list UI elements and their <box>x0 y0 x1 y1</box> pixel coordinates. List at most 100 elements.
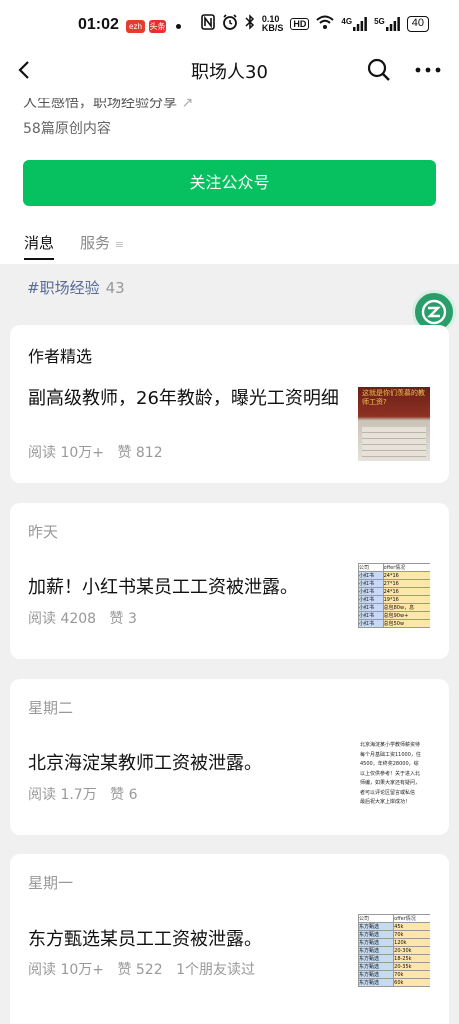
article-thumbnail: 公司 offer情况 小红书 24*16 小红书 27*16 小红书 24*16 小红… <box>358 563 430 637</box>
thumbnail-cell: 24*16 <box>382 587 430 596</box>
search-icon[interactable] <box>365 56 393 84</box>
thumbnail-table-row: 东方甄选 60k <box>358 978 430 987</box>
article-thumbnail: 北京海淀某小学教师薪资待 每个月基础工资11000，住 4500，年终奖2800… <box>358 741 430 815</box>
thumbnail-table-row: 小红书 24*16 <box>358 587 430 596</box>
edit-arrow-icon: ↗ <box>181 95 194 111</box>
article-title: 副高级教师，26年教龄，曝光工资明细 <box>28 388 339 409</box>
signal-5g-icon: 5G <box>374 16 400 31</box>
account-intro-text: 人生感悟，职场经验分享 <box>23 95 177 111</box>
thumbnail-text: 北京海淀某小学教师薪资待 每个月基础工资11000，住 4500，年终奖2800… <box>358 741 430 808</box>
article-card[interactable]: 昨天 加薪！小红书某员工工资被泄露。 阅读 4208 赞 3 公司 offer情… <box>10 503 449 659</box>
status-time: 01:02 <box>78 16 119 33</box>
thumbnail-table: 公司 offer情况 东方甄选 45k 东方甄选 70k 东方甄选 120k 东方甄选… <box>358 914 430 987</box>
thumbnail-table-row: 小红书 总包50w <box>358 619 430 628</box>
thumbnail-cell: 小红书 <box>358 595 384 604</box>
bluetooth-icon <box>245 14 255 33</box>
thumbnail-cell: 20-30k <box>393 946 430 955</box>
article-date: 昨天 <box>28 523 59 541</box>
thumbnail-cell: 东方甄选 <box>358 954 395 963</box>
thumbnail-cell: 60k <box>393 978 430 987</box>
tab-services[interactable]: 服务 ≡ <box>80 232 124 260</box>
thumbnail-cell: offer情况 <box>382 563 430 572</box>
tab-services-label: 服务 <box>80 234 111 252</box>
thumbnail-cell: 27*16 <box>382 579 430 588</box>
article-title: 加薪！小红书某员工工资被泄露。 <box>28 577 298 598</box>
post-count: 58篇原创内容 <box>23 121 111 137</box>
thumbnail-line: 4500，年终奖28000，综 <box>360 761 419 767</box>
thumbnail-cell: 东方甄选 <box>358 938 395 947</box>
nfc-icon <box>201 14 215 33</box>
net-speed-unit: KB/S <box>261 22 284 33</box>
thumbnail-table-header: 公司 offer情况 <box>358 914 430 923</box>
thumbnail-cell: 小红书 <box>358 579 384 588</box>
thumbnail-cell: 小红书 <box>358 611 384 620</box>
thumbnail-line: 最后祝大家上岸成功！ <box>360 799 411 805</box>
thumbnail-line: 每个月基础工资11000，住 <box>360 751 421 758</box>
thumbnail-caption: 这就是你们羡慕的教师工资? <box>362 389 425 406</box>
thumbnail-cell: 东方甄选 <box>358 922 395 931</box>
tag-row: #职场经验 43 <box>0 264 459 310</box>
article-meta: 阅读 10万+ 赞 812 <box>28 442 172 462</box>
thumbnail-table-row: 小红书 24*16 <box>358 571 430 580</box>
thumbnail-cell: 18-25k <box>393 954 430 963</box>
thumbnail-cell: 120k <box>393 938 430 947</box>
follow-button[interactable]: 关注公众号 <box>23 160 436 206</box>
like-count: 赞 6 <box>110 787 138 803</box>
read-count: 阅读 1.7万 <box>28 787 97 803</box>
alarm-icon <box>222 14 238 33</box>
thumbnail-cell: 总包80w，息 <box>382 603 430 612</box>
article-thumbnail: 公司 offer情况 东方甄选 45k 东方甄选 70k 东方甄选 120k 东方甄选… <box>358 914 430 990</box>
thumbnail-cell: 东方甄选 <box>358 946 395 955</box>
thumbnail-table-lines <box>362 427 426 457</box>
article-meta: 阅读 4208 赞 3 <box>28 608 146 628</box>
thumbnail-cell: 公司 <box>358 563 384 572</box>
account-intro: 人生感悟，职场经验分享 ↗ <box>23 95 194 112</box>
thumbnail-table-row: 东方甄选 18-25k <box>358 954 430 963</box>
article-card[interactable]: 星期二 北京海淀某教师工资被泄露。 阅读 1.7万 赞 6 北京海淀某小学教师薪… <box>10 679 449 835</box>
like-count: 赞 522 <box>117 962 163 978</box>
tab-bar: 消息 服务 ≡ <box>24 232 124 260</box>
thumbnail-line: 者可以评论区留言或私信 <box>360 789 416 796</box>
thumbnail-table-row: 小红书 19*16 <box>358 595 430 604</box>
topic-tag[interactable]: #职场经验 43 <box>27 277 125 298</box>
friends-read: 1个朋友读过 <box>176 962 255 978</box>
signal-4g-label: 4G <box>341 16 353 26</box>
thumbnail-table-row: 东方甄选 70k <box>358 930 430 939</box>
account-header: 人生感悟，职场经验分享 ↗ 58篇原创内容 关注公众号 消息 服务 ≡ <box>0 88 459 264</box>
article-meta: 阅读 10万+ 赞 522 1个朋友读过 <box>28 959 264 979</box>
like-count: 赞 3 <box>109 611 137 627</box>
article-date: 星期二 <box>28 699 74 717</box>
thumbnail-table-row: 小红书 总包80w，息 <box>358 603 430 612</box>
thumbnail-cell: 东方甄选 <box>358 962 395 971</box>
thumbnail-cell: 24*16 <box>382 571 430 580</box>
thumbnail-cell: 小红书 <box>358 587 384 596</box>
article-date: 星期一 <box>28 874 74 892</box>
article-title: 北京海淀某教师工资被泄露。 <box>28 753 262 774</box>
more-options-icon[interactable] <box>415 62 441 76</box>
thumbnail-table: 公司 offer情况 小红书 24*16 小红书 27*16 小红书 24*16 小红… <box>358 563 430 628</box>
thumbnail-line: 以上仅供参考！关于进入北 <box>360 770 421 777</box>
thumbnail-table-row: 东方甄选 70k <box>358 970 430 979</box>
article-thumbnail: 这就是你们羡慕的教师工资? <box>358 387 430 461</box>
featured-card[interactable]: 作者精选 副高级教师，26年教龄，曝光工资明细 阅读 10万+ 赞 812 这就… <box>10 325 449 483</box>
signal-5g-label: 5G <box>374 16 385 26</box>
battery-icon: 40 <box>406 15 429 32</box>
thumbnail-cell: 小红书 <box>358 619 384 628</box>
article-meta: 阅读 1.7万 赞 6 <box>28 784 147 804</box>
thumbnail-cell: 总包90w+ <box>382 611 430 620</box>
thumbnail-table-row: 东方甄选 120k <box>358 938 430 947</box>
article-card[interactable]: 星期一 东方甄选某员工工资被泄露。 阅读 10万+ 赞 522 1个朋友读过 公… <box>10 854 449 1024</box>
thumbnail-cell: 70k <box>393 930 430 939</box>
topic-tag-count: 43 <box>105 279 125 297</box>
thumbnail-line: 师编，如果大家还有疑问， <box>360 780 421 786</box>
article-title: 东方甄选某员工工资被泄露。 <box>28 929 262 950</box>
thumbnail-cell: 45k <box>393 922 430 931</box>
hd-icon: HD <box>290 17 310 30</box>
thumbnail-cell: 70k <box>393 970 430 979</box>
thumbnail-cell: 公司 <box>358 914 395 923</box>
tab-messages[interactable]: 消息 <box>24 232 55 260</box>
read-count: 阅读 10万+ <box>28 962 104 978</box>
thumbnail-cell: 20-35k <box>393 962 430 971</box>
menu-icon: ≡ <box>114 238 125 251</box>
thumbnail-cell: 东方甄选 <box>358 930 395 939</box>
